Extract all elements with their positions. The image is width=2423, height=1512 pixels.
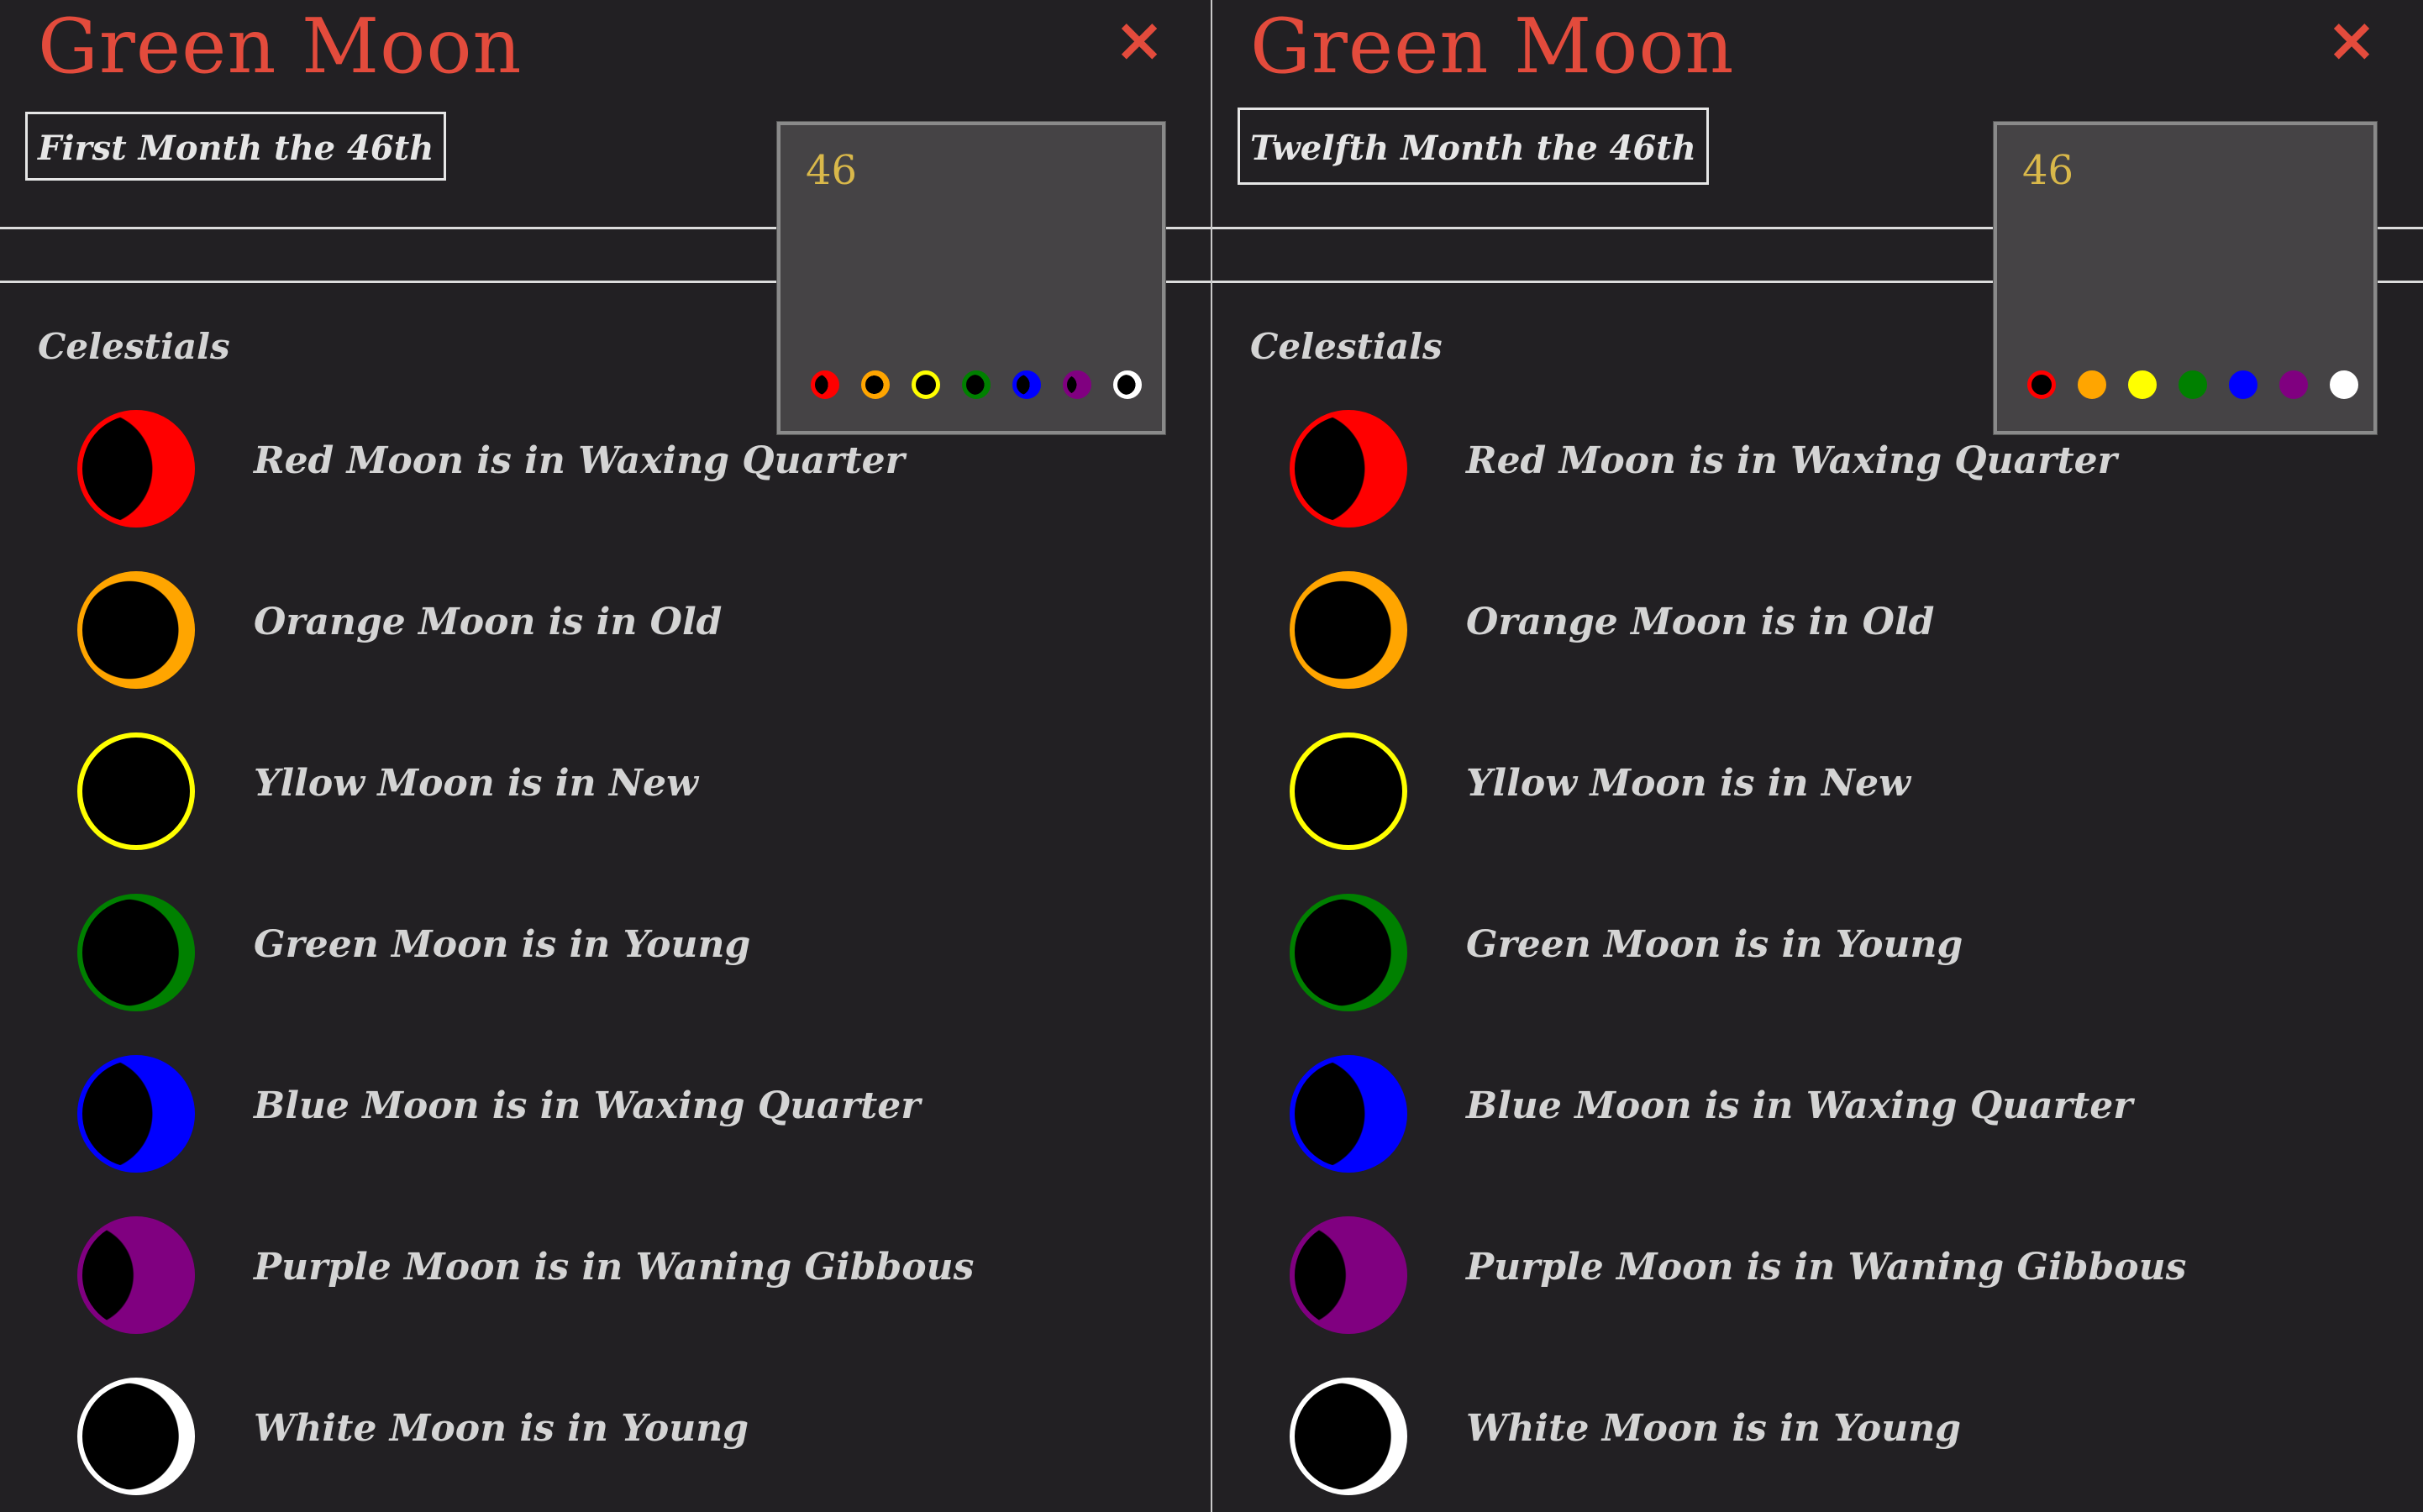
list-item: Yllow Moon is in New (1212, 732, 2423, 858)
list-item: Yllow Moon is in New (0, 732, 1211, 858)
moon-phase-icon (77, 1378, 195, 1495)
moon-panel-right: Green Moon × Twelfth Month the 46th Cele… (1212, 0, 2423, 1512)
moon-phase-icon (1290, 732, 1407, 850)
moon-dot-icon (912, 370, 940, 399)
section-heading-celestials: Celestials (38, 326, 230, 367)
moon-status-text: Orange Moon is in Old (254, 601, 723, 643)
moon-dot-icon (861, 370, 890, 399)
list-item: White Moon is in Young (1212, 1378, 2423, 1504)
date-label: First Month the 46th (25, 112, 447, 181)
close-icon[interactable]: × (2322, 9, 2381, 70)
moon-dot-icon (2330, 370, 2358, 399)
list-item: Orange Moon is in Old (1212, 571, 2423, 697)
moon-phase-icon (1290, 894, 1407, 1011)
moon-dot-icon (1012, 370, 1041, 399)
moon-status-text: White Moon is in Young (254, 1407, 749, 1450)
moon-status-text: Orange Moon is in Old (1466, 601, 1935, 643)
date-label: Twelfth Month the 46th (1238, 108, 1709, 185)
list-item: Purple Moon is in Waning Gibbous (0, 1216, 1211, 1342)
moon-panel-left: Green Moon × First Month the 46th Celest… (0, 0, 1211, 1512)
list-item: Purple Moon is in Waning Gibbous (1212, 1216, 2423, 1342)
moon-dot-icon (1063, 370, 1091, 399)
moon-dot-icon (1113, 370, 1142, 399)
moon-phase-icon (1290, 571, 1407, 689)
moon-status-text: Red Moon is in Waxing Quarter (254, 439, 905, 482)
list-item: Orange Moon is in Old (0, 571, 1211, 697)
section-heading-celestials: Celestials (1250, 326, 1443, 367)
moon-phase-icon (1290, 1216, 1407, 1334)
panel-title: Green Moon (38, 3, 523, 91)
list-item: Blue Moon is in Waxing Quarter (1212, 1055, 2423, 1181)
panel-title: Green Moon (1250, 3, 1735, 91)
moon-status-text: Green Moon is in Young (254, 923, 751, 966)
moon-phase-icon (1290, 1378, 1407, 1495)
list-item: Green Moon is in Young (0, 894, 1211, 1020)
moon-phase-icon (77, 571, 195, 689)
moon-phase-icon (77, 894, 195, 1011)
moon-status-text: Purple Moon is in Waning Gibbous (1466, 1246, 2187, 1289)
moon-dot-icon (2078, 370, 2106, 399)
day-number: 46 (806, 147, 858, 194)
moon-dot-row (2027, 370, 2358, 399)
day-card[interactable]: 46 (777, 122, 1165, 434)
moon-dot-row (811, 370, 1142, 399)
moon-phase-icon (1290, 410, 1407, 528)
moon-status-text: White Moon is in Young (1466, 1407, 1961, 1450)
list-item: Blue Moon is in Waxing Quarter (0, 1055, 1211, 1181)
moon-status-text: Yllow Moon is in New (254, 762, 699, 805)
moon-status-text: Blue Moon is in Waxing Quarter (1466, 1084, 2133, 1127)
close-icon[interactable]: × (1110, 9, 1169, 70)
list-item: Red Moon is in Waxing Quarter (0, 410, 1211, 536)
moon-dot-icon (2229, 370, 2257, 399)
moon-status-text: Yllow Moon is in New (1466, 762, 1911, 805)
moon-status-text: Blue Moon is in Waxing Quarter (254, 1084, 921, 1127)
moon-dot-icon (2279, 370, 2308, 399)
moon-dot-icon (962, 370, 991, 399)
moon-phase-icon (77, 410, 195, 528)
moon-phase-icon (77, 1055, 195, 1173)
moon-status-text: Red Moon is in Waxing Quarter (1466, 439, 2117, 482)
moon-phase-icon (77, 1216, 195, 1334)
list-item: White Moon is in Young (0, 1378, 1211, 1504)
list-item: Green Moon is in Young (1212, 894, 2423, 1020)
moon-status-text: Purple Moon is in Waning Gibbous (254, 1246, 975, 1289)
moon-dot-icon (2179, 370, 2207, 399)
list-item: Red Moon is in Waxing Quarter (1212, 410, 2423, 536)
moon-phase-icon (1290, 1055, 1407, 1173)
moon-dot-icon (811, 370, 839, 399)
moon-status-text: Green Moon is in Young (1466, 923, 1963, 966)
day-card[interactable]: 46 (1994, 122, 2377, 434)
day-number: 46 (2022, 147, 2074, 194)
moon-dot-icon (2027, 370, 2056, 399)
moon-phase-icon (77, 732, 195, 850)
moon-dot-icon (2128, 370, 2157, 399)
